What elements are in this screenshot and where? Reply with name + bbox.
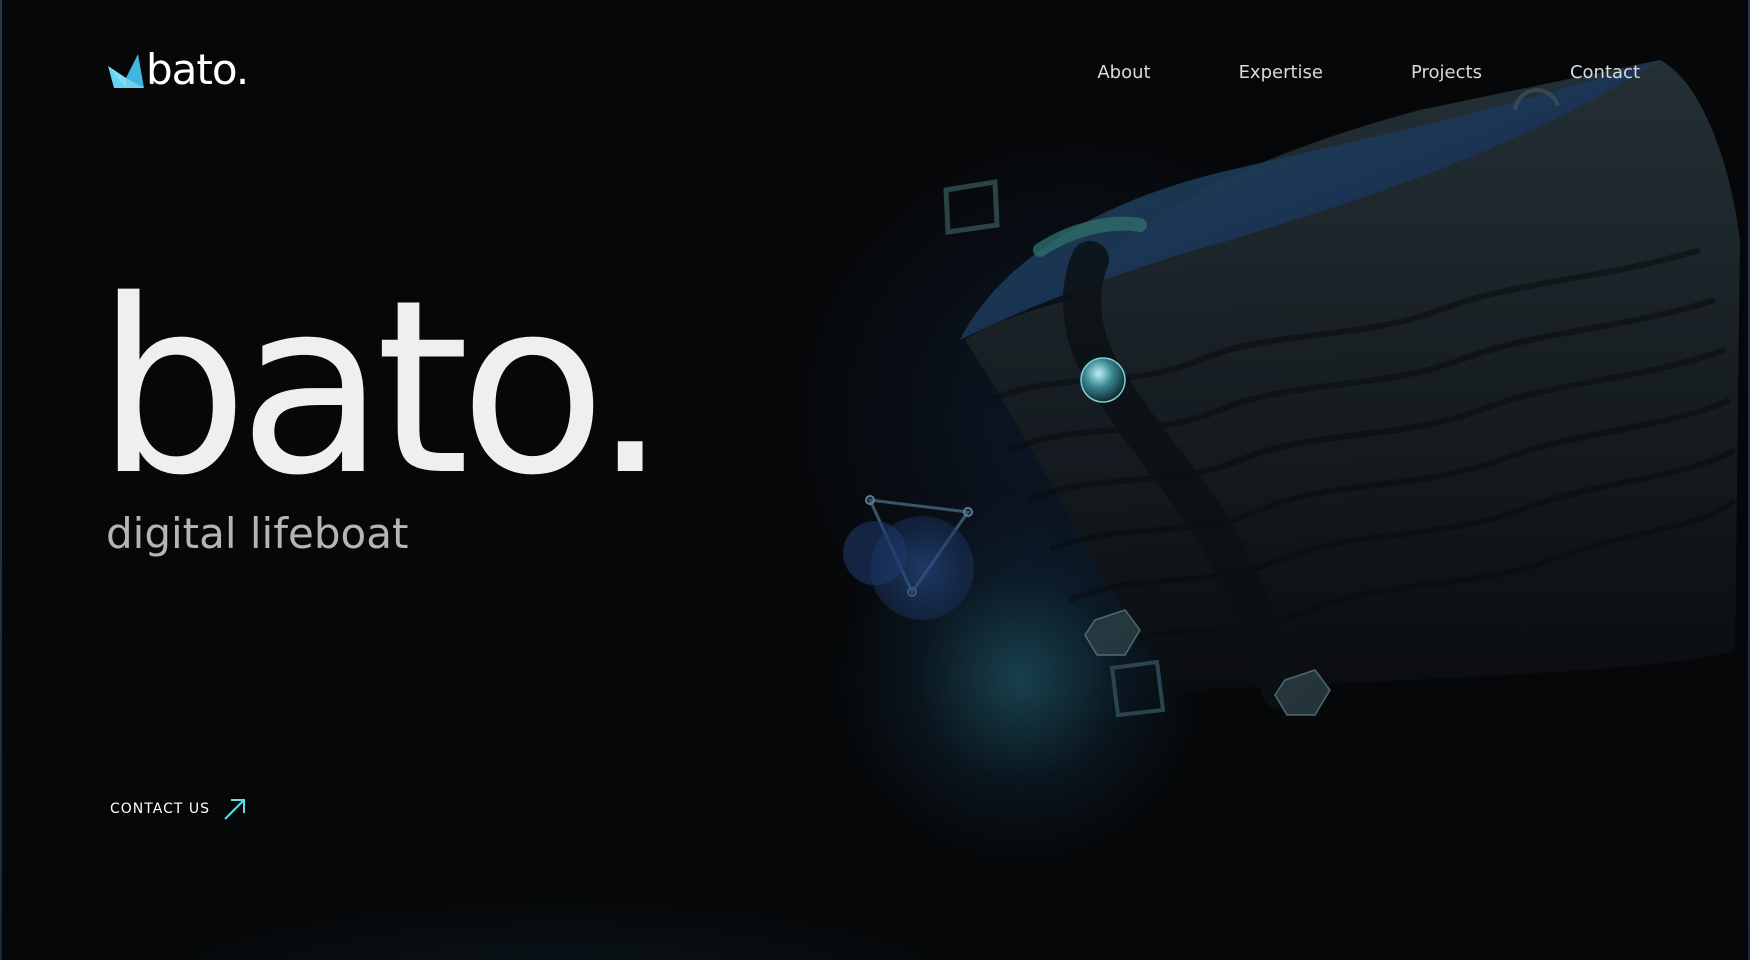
- boat-logo-icon: [108, 54, 144, 88]
- hero-title: bato.: [96, 248, 668, 528]
- cube-shape: [960, 60, 1740, 709]
- brand-logo[interactable]: bato.: [108, 45, 249, 94]
- floating-square-top: [943, 179, 1000, 235]
- hero-subtitle: digital lifeboat: [106, 509, 409, 558]
- nav-about[interactable]: About: [1097, 62, 1150, 83]
- contact-us-button[interactable]: CONTACT US: [110, 796, 248, 822]
- left-edge-line: [0, 0, 2, 960]
- arrow-up-right-icon: [224, 799, 245, 820]
- brand-logo-text: bato.: [146, 45, 249, 94]
- nav-contact[interactable]: Contact: [1570, 62, 1640, 83]
- blue-bubble-small: [843, 521, 907, 585]
- floating-square-bottom: [1109, 659, 1166, 718]
- nav-expertise[interactable]: Expertise: [1239, 62, 1323, 83]
- contact-us-label: CONTACT US: [110, 801, 210, 817]
- landing-page: bato. About Expertise Projects Contact b…: [0, 0, 1750, 960]
- nav-projects[interactable]: Projects: [1411, 62, 1482, 83]
- main-nav: About Expertise Projects Contact: [1097, 62, 1640, 83]
- hero-3d-artwork: [843, 60, 1740, 718]
- glass-sphere: [1080, 357, 1126, 403]
